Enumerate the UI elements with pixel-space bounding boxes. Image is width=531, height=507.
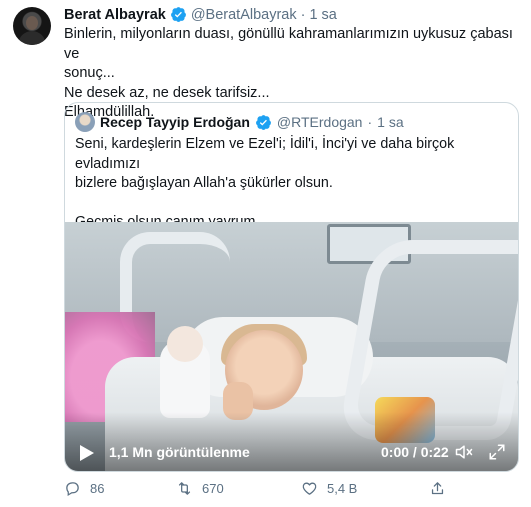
avatar-head bbox=[26, 16, 38, 30]
verified-badge-icon bbox=[170, 7, 186, 22]
quote-text: Seni, kardeşlerin Elzem ve Ezel'i; İdil'… bbox=[75, 135, 511, 233]
quote-text-line: Seni, kardeşlerin Elzem ve Ezel'i; İdil'… bbox=[75, 136, 459, 172]
heart-icon bbox=[302, 482, 317, 495]
tweet-text-line: Binlerin, milyonların duası, gönüllü kah… bbox=[64, 26, 517, 62]
retweet-button[interactable]: 670 bbox=[176, 480, 224, 497]
share-button[interactable] bbox=[429, 480, 446, 497]
quote-author-handle[interactable]: @RTErdogan bbox=[277, 114, 363, 130]
video-player[interactable]: 1,1 Mn görüntülenme 0:00 / 0:22 bbox=[65, 222, 518, 471]
fullscreen-icon[interactable] bbox=[488, 443, 506, 461]
retweet-icon bbox=[178, 482, 191, 495]
share-icon bbox=[431, 482, 444, 495]
reply-count: 86 bbox=[90, 481, 105, 496]
reply-button[interactable]: 86 bbox=[64, 480, 104, 497]
quote-text-line bbox=[75, 194, 511, 214]
quote-header: Recep Tayyip Erdoğan @RTErdogan · 1 sa bbox=[75, 112, 404, 132]
tweet[interactable]: Berat Albayrak @BeratAlbayrak · 1 sa Bin… bbox=[0, 0, 531, 507]
author-handle[interactable]: @BeratAlbayrak bbox=[191, 7, 297, 23]
separator-dot: · bbox=[367, 114, 373, 130]
video-controls: 1,1 Mn görüntülenme 0:00 / 0:22 bbox=[65, 432, 518, 471]
view-count: 1,1 Mn görüntülenme bbox=[109, 444, 250, 460]
like-button[interactable]: 5,4 B bbox=[301, 480, 357, 497]
tweet-time[interactable]: 1 sa bbox=[309, 7, 336, 23]
tweet-actions: 86 670 5,4 B bbox=[64, 480, 464, 500]
reply-icon bbox=[66, 482, 79, 497]
play-icon[interactable] bbox=[79, 444, 95, 462]
quote-author-avatar[interactable] bbox=[75, 112, 95, 132]
avatar-shoulders bbox=[18, 31, 46, 45]
tweet-text-line: sonuç... bbox=[64, 65, 115, 81]
volume-muted-icon[interactable] bbox=[454, 442, 474, 462]
author-avatar[interactable] bbox=[13, 7, 51, 45]
video-duration: 0:00 / 0:22 bbox=[381, 444, 449, 460]
tweet-header: Berat Albayrak @BeratAlbayrak · 1 sa bbox=[64, 6, 337, 23]
video-frame-doll-head bbox=[167, 326, 203, 362]
quote-author-name[interactable]: Recep Tayyip Erdoğan bbox=[100, 114, 250, 130]
like-count: 5,4 B bbox=[327, 481, 358, 496]
author-name[interactable]: Berat Albayrak bbox=[64, 7, 166, 23]
separator-dot: · bbox=[300, 6, 306, 23]
quote-time[interactable]: 1 sa bbox=[377, 114, 403, 130]
quoted-tweet[interactable]: Recep Tayyip Erdoğan @RTErdogan · 1 sa S… bbox=[64, 102, 519, 472]
retweet-count: 670 bbox=[202, 481, 224, 496]
quote-text-line: bizlere bağışlayan Allah'a şükürler olsu… bbox=[75, 175, 333, 191]
tweet-text-line: Ne desek az, ne desek tarifsiz... bbox=[64, 84, 270, 101]
verified-badge-icon bbox=[255, 114, 271, 130]
